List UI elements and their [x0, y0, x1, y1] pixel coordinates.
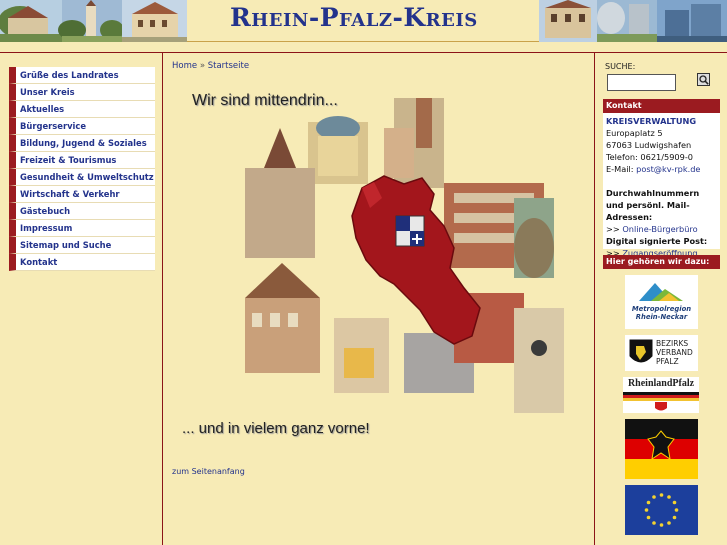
nav-item-gaestebuch[interactable]: Gästebuch [9, 203, 155, 220]
main-content: Home » Startseite Wir sind mittendrin...… [164, 53, 594, 545]
belongs-heading: Hier gehören wir dazu: [603, 255, 720, 269]
nav-item-wirtschaft[interactable]: Wirtschaft & Verkehr [9, 186, 155, 203]
nav-item-label: Bildung, Jugend & Soziales [20, 138, 147, 148]
breadcrumb: Home » Startseite [172, 61, 249, 71]
contact-street: Europaplatz 5 [606, 128, 663, 138]
right-sidebar: SUCHE: Kontakt KREISVERWALTUNG Europapla… [594, 53, 727, 545]
nav-item-gruesse[interactable]: Grüße des Landrates [9, 67, 155, 84]
nav-item-label: Wirtschaft & Verkehr [20, 189, 120, 199]
nav-item-label: Kontakt [20, 257, 58, 267]
online-buergerbuero-link[interactable]: Online-Bürgerbüro [622, 224, 697, 234]
main-navigation: Grüße des Landrates Unser Kreis Aktuelle… [9, 67, 155, 271]
lion-icon [629, 339, 653, 363]
contact-org: KREISVERWALTUNG [606, 116, 697, 126]
breadcrumb-home-link[interactable]: Home [172, 61, 197, 71]
bezirk-line1: BEZIRKS [656, 339, 689, 348]
nav-item-unser-kreis[interactable]: Unser Kreis [9, 84, 155, 101]
left-sidebar: Grüße des Landrates Unser Kreis Aktuelle… [0, 53, 163, 545]
nav-item-kontakt[interactable]: Kontakt [9, 254, 155, 271]
contact-box: KREISVERWALTUNG Europaplatz 5 67063 Ludw… [603, 113, 720, 258]
bezirk-line3: PFALZ [656, 357, 679, 366]
rheinland-pfalz-logo[interactable]: RheinlandPfalz [623, 377, 699, 413]
to-top-link[interactable]: zum Seitenanfang [172, 467, 245, 476]
magnifier-icon [698, 74, 709, 85]
nav-item-label: Unser Kreis [20, 87, 75, 97]
nav-item-impressum[interactable]: Impressum [9, 220, 155, 237]
contact-phone: Telefon: 0621/5909-0 [606, 152, 693, 162]
bezirk-line2: VERBAND [656, 348, 693, 357]
header-band [0, 42, 727, 53]
nav-item-gesundheit[interactable]: Gesundheit & Umweltschutz [9, 169, 155, 186]
contact-direct-heading: Durchwahlnummern und persönl. Mail-Adres… [606, 187, 718, 223]
eu-stars-icon [644, 493, 679, 527]
bezirksverband-logo[interactable]: BEZIRKS VERBAND PFALZ [625, 335, 698, 371]
nav-item-sitemap[interactable]: Sitemap und Suche [9, 237, 155, 254]
page-header: Rhein-Pfalz-Kreis [0, 0, 727, 42]
nav-item-label: Impressum [20, 223, 73, 233]
metropol-line1: Metropolregion [631, 305, 692, 313]
contact-signed-heading-text: Digital signierte Post: [606, 236, 708, 246]
breadcrumb-separator: » [199, 61, 206, 71]
germany-flag[interactable] [625, 419, 698, 479]
contact-email-link[interactable]: post@kv-rpk.de [636, 164, 700, 174]
nav-item-buergerservice[interactable]: Bürgerservice [9, 118, 155, 135]
rlp-label: RheinlandPfalz [627, 378, 695, 389]
breadcrumb-current-link[interactable]: Startseite [208, 61, 249, 71]
eu-flag[interactable] [625, 485, 698, 535]
header-photo-left [0, 0, 187, 42]
search-label: SUCHE: [605, 62, 636, 71]
eagle-icon [647, 430, 675, 461]
slogan-bottom: ... und in vielem ganz vorne! [182, 420, 370, 437]
rlp-crest-icon [655, 402, 667, 411]
district-collage-image [244, 92, 574, 418]
nav-item-label: Gästebuch [20, 206, 71, 216]
contact-heading: Kontakt [603, 99, 720, 113]
nav-item-label: Bürgerservice [20, 121, 87, 131]
search-input[interactable] [607, 74, 676, 91]
contact-link1-prefix: >> [606, 224, 623, 234]
nav-item-aktuelles[interactable]: Aktuelles [9, 101, 155, 118]
nav-item-bildung[interactable]: Bildung, Jugend & Soziales [9, 135, 155, 152]
slogan-top: Wir sind mittendrin... [192, 92, 338, 109]
contact-city: 67063 Ludwigshafen [606, 140, 692, 150]
nav-item-label: Aktuelles [20, 104, 65, 114]
nav-item-label: Gesundheit & Umweltschutz [20, 172, 154, 182]
nav-item-label: Freizeit & Tourismus [20, 155, 117, 165]
metropolregion-logo[interactable]: Metropolregion Rhein-Neckar [625, 275, 698, 329]
search-button[interactable] [697, 73, 710, 86]
contact-link1-line: >> Online-Bürgerbüro [606, 223, 718, 235]
contact-signed-heading: Digital signierte Post: [606, 235, 718, 247]
contact-email-prefix: E-Mail: [606, 164, 637, 174]
nav-item-label: Sitemap und Suche [20, 240, 112, 250]
nav-item-label: Grüße des Landrates [20, 70, 119, 80]
site-title: Rhein-Pfalz-Kreis [230, 3, 478, 32]
contact-direct-heading-text: Durchwahlnummern und persönl. Mail-Adres… [606, 188, 700, 222]
header-photo-right [539, 0, 727, 42]
contact-email-line: E-Mail: post@kv-rpk.de [606, 163, 718, 175]
metropol-line2: Rhein-Neckar [635, 313, 688, 321]
contact-spacer [606, 175, 718, 187]
nav-item-freizeit[interactable]: Freizeit & Tourismus [9, 152, 155, 169]
